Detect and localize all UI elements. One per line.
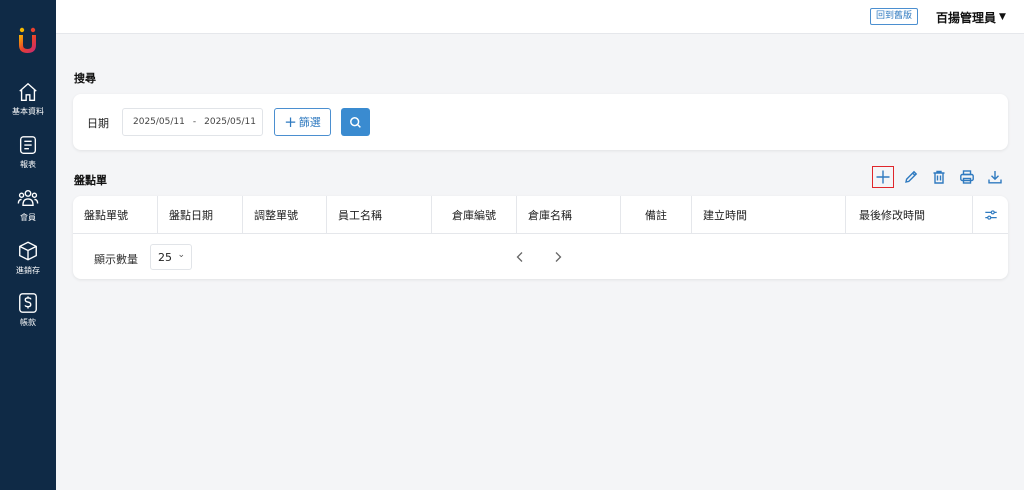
table-section-title: 盤點單 bbox=[74, 174, 107, 187]
trash-icon bbox=[933, 170, 945, 184]
chevron-right-icon bbox=[555, 252, 562, 262]
report-icon bbox=[19, 136, 37, 154]
column-header[interactable]: 盤點日期 bbox=[158, 196, 243, 234]
filter-label: 篩選 bbox=[298, 116, 321, 129]
search-section-title: 搜尋 bbox=[74, 72, 96, 85]
printer-icon bbox=[960, 170, 974, 184]
home-icon bbox=[19, 82, 37, 101]
plus-icon bbox=[876, 170, 890, 184]
date-label: 日期 bbox=[87, 117, 109, 130]
sidebar-item-members[interactable]: 會員 bbox=[0, 187, 56, 223]
user-name: 百揚管理員 bbox=[936, 10, 997, 25]
user-menu[interactable]: 百揚管理員 ▼ bbox=[936, 8, 1006, 26]
page-size-label: 顯示數量 bbox=[94, 253, 138, 266]
sidebar-item-reports[interactable]: 報表 bbox=[0, 134, 56, 170]
plus-icon: + bbox=[284, 112, 297, 131]
column-header[interactable]: 倉庫名稱 bbox=[517, 196, 621, 234]
sidebar-item-basic-data[interactable]: 基本資料 bbox=[0, 81, 56, 117]
add-button[interactable] bbox=[872, 166, 894, 188]
back-to-old-version-button[interactable]: 回到舊版 bbox=[870, 8, 919, 25]
column-header[interactable]: 備註 bbox=[621, 196, 692, 234]
search-button[interactable] bbox=[341, 108, 370, 136]
sidebar-item-label: 基本資料 bbox=[12, 107, 44, 116]
members-icon bbox=[17, 189, 39, 207]
sidebar-item-label: 帳款 bbox=[20, 318, 36, 327]
page-size-value: 25 bbox=[158, 250, 172, 264]
sidebar: 基本資料 報表 會員 進銷存 帳款 bbox=[0, 0, 56, 490]
date-separator: - bbox=[192, 117, 197, 127]
column-header[interactable]: 調整單號 bbox=[243, 196, 327, 234]
sliders-icon bbox=[984, 210, 997, 220]
sidebar-item-inventory[interactable]: 進銷存 bbox=[0, 240, 56, 276]
top-header: 回到舊版 百揚管理員 ▼ bbox=[56, 0, 1024, 34]
edit-button[interactable] bbox=[900, 166, 922, 188]
date-range-picker[interactable]: 2025/05/11 - 2025/05/11 bbox=[122, 108, 263, 136]
download-button[interactable] bbox=[984, 166, 1006, 188]
search-icon bbox=[350, 116, 361, 128]
column-settings-button[interactable] bbox=[972, 196, 1008, 234]
sidebar-item-label: 會員 bbox=[20, 213, 36, 222]
chevron-down-icon: ⌄ bbox=[177, 250, 185, 260]
inventory-box-icon bbox=[19, 241, 37, 261]
table-header-row: 盤點單號 盤點日期 調整單號 員工名稱 倉庫編號 倉庫名稱 備註 建立時間 最後… bbox=[73, 196, 1008, 234]
date-start: 2025/05/11 bbox=[133, 117, 185, 127]
print-button[interactable] bbox=[956, 166, 978, 188]
filter-button[interactable]: + 篩選 bbox=[274, 108, 331, 136]
app-logo bbox=[19, 27, 36, 53]
next-page-button[interactable] bbox=[550, 248, 566, 266]
chevron-left-icon bbox=[516, 252, 523, 262]
search-panel: 日期 2025/05/11 - 2025/05/11 + 篩選 bbox=[73, 94, 1008, 150]
download-icon bbox=[988, 171, 1002, 184]
column-header[interactable]: 盤點單號 bbox=[73, 196, 158, 234]
caret-down-icon: ▼ bbox=[999, 12, 1006, 22]
date-end: 2025/05/11 bbox=[204, 117, 256, 127]
column-header[interactable]: 員工名稱 bbox=[327, 196, 432, 234]
pencil-icon bbox=[905, 170, 918, 183]
sidebar-item-accounts[interactable]: 帳款 bbox=[0, 292, 56, 328]
page-size-select[interactable]: 25 ⌄ bbox=[150, 244, 192, 270]
sidebar-item-label: 報表 bbox=[20, 160, 36, 169]
column-header[interactable]: 倉庫編號 bbox=[432, 196, 517, 234]
sidebar-item-label: 進銷存 bbox=[16, 266, 40, 275]
stocktake-table: 盤點單號 盤點日期 調整單號 員工名稱 倉庫編號 倉庫名稱 備註 建立時間 最後… bbox=[73, 196, 1008, 279]
column-header[interactable]: 最後修改時間 bbox=[846, 196, 972, 234]
previous-page-button[interactable] bbox=[512, 248, 528, 266]
delete-button[interactable] bbox=[928, 166, 950, 188]
column-header[interactable]: 建立時間 bbox=[692, 196, 846, 234]
dollar-icon bbox=[19, 293, 37, 313]
